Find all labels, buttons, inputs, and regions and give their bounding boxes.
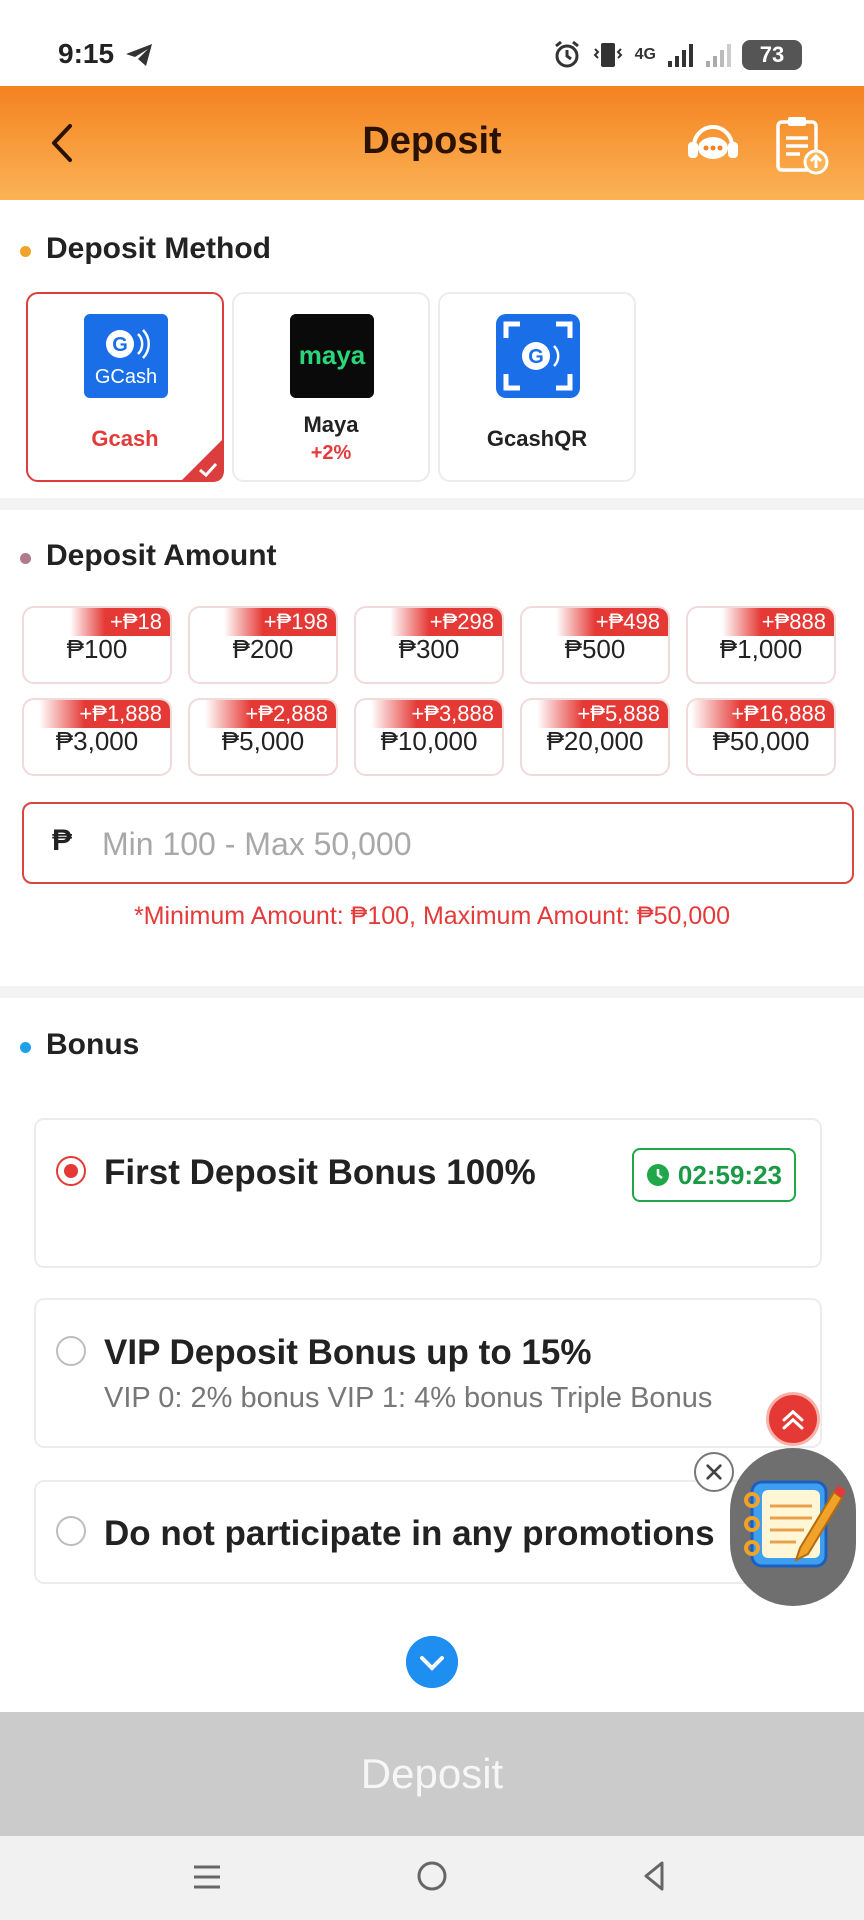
bonus-option-title: First Deposit Bonus 100% xyxy=(104,1153,536,1192)
amount-chip[interactable]: +₱5,888 ₱20,000 xyxy=(520,698,670,776)
deposit-amount-title: Deposit Amount xyxy=(46,539,277,572)
amount-input[interactable] xyxy=(102,814,832,874)
amount-chip[interactable]: +₱18 ₱100 xyxy=(22,606,172,684)
deposit-screen: { "status_bar": { "time": "9:15", "netwo… xyxy=(0,0,864,1920)
system-nav-bar xyxy=(0,1836,864,1920)
gcashqr-logo: G xyxy=(496,314,580,398)
chip-amount: ₱5,000 xyxy=(221,726,305,756)
method-name-gcashqr: GcashQR xyxy=(486,426,588,451)
bonus-title: Bonus xyxy=(46,1028,140,1061)
bonus-option-first-deposit[interactable]: First Deposit Bonus 100% 02:59:23 xyxy=(34,1118,822,1268)
chip-amount: ₱10,000 xyxy=(380,726,478,756)
maya-logo: maya xyxy=(290,314,374,398)
section-divider xyxy=(0,986,864,998)
bonus-option-vip[interactable]: VIP Deposit Bonus up to 15% VIP 0: 2% bo… xyxy=(34,1298,822,1448)
method-bonus-maya: +2% xyxy=(310,442,352,464)
notebook-icon xyxy=(744,1480,846,1568)
chip-bonus-badge: +₱498 xyxy=(555,608,668,636)
bonus-radio[interactable] xyxy=(56,1516,86,1546)
gcash-logo-text: GCash xyxy=(94,366,158,388)
method-gcash[interactable]: G GCash Gcash xyxy=(26,292,224,482)
amount-chip[interactable]: +₱3,888 ₱10,000 xyxy=(354,698,504,776)
network-type: 4G xyxy=(634,46,656,63)
chip-bonus-badge: +₱3,888 xyxy=(371,700,502,728)
deposit-record-icon[interactable] xyxy=(772,114,830,176)
floating-notes-widget[interactable] xyxy=(730,1448,856,1606)
alarm-icon xyxy=(554,40,579,68)
amount-chip[interactable]: +₱16,888 ₱50,000 xyxy=(686,698,836,776)
amount-chip[interactable]: +₱198 ₱200 xyxy=(188,606,338,684)
method-name-maya: Maya xyxy=(303,412,359,437)
bonus-option-none[interactable]: Do not participate in any promotions xyxy=(34,1480,822,1584)
section-dot xyxy=(20,553,31,564)
chip-amount: ₱3,000 xyxy=(55,726,139,756)
menu-icon[interactable] xyxy=(190,1860,224,1894)
amount-chip[interactable]: +₱1,888 ₱3,000 xyxy=(22,698,172,776)
amount-chip[interactable]: +₱2,888 ₱5,000 xyxy=(188,698,338,776)
chip-amount: ₱20,000 xyxy=(546,726,644,756)
telegram-icon xyxy=(126,44,152,66)
chip-amount: ₱100 xyxy=(66,634,128,664)
chip-bonus-badge: +₱1,888 xyxy=(39,700,170,728)
chip-amount: ₱50,000 xyxy=(712,726,810,756)
method-maya[interactable]: maya Maya +2% xyxy=(232,292,430,482)
chip-bonus-badge: +₱198 xyxy=(223,608,336,636)
bonus-option-title: VIP Deposit Bonus up to 15% xyxy=(104,1333,592,1372)
clock-icon xyxy=(646,1164,669,1186)
bonus-option-title: Do not participate in any promotions xyxy=(104,1514,715,1553)
deposit-submit-button[interactable]: Deposit xyxy=(0,1712,864,1836)
bonus-radio[interactable] xyxy=(56,1156,86,1186)
chip-bonus-badge: +₱16,888 xyxy=(691,700,834,728)
customer-service-icon[interactable] xyxy=(684,116,742,172)
battery-indicator: 73 xyxy=(742,40,802,70)
section-divider xyxy=(0,498,864,510)
amount-limit-note: *Minimum Amount: ₱100, Maximum Amount: ₱… xyxy=(133,902,731,930)
signal-weak-icon xyxy=(706,44,731,67)
scroll-to-top-icon[interactable] xyxy=(766,1392,820,1446)
home-icon[interactable] xyxy=(414,1858,450,1894)
chip-bonus-badge: +₱298 xyxy=(389,608,502,636)
chip-bonus-badge: +₱2,888 xyxy=(205,700,336,728)
chip-amount: ₱300 xyxy=(398,634,460,664)
svg-text:G: G xyxy=(112,334,128,356)
deposit-method-title: Deposit Method xyxy=(46,232,271,265)
chip-bonus-badge: +₱888 xyxy=(721,608,834,636)
method-gcashqr[interactable]: G GcashQR xyxy=(438,292,636,482)
chip-amount: ₱200 xyxy=(232,634,294,664)
vibrate-icon xyxy=(593,43,623,67)
close-icon[interactable] xyxy=(694,1452,734,1492)
qr-scan-icon: G xyxy=(503,321,573,391)
bonus-countdown: 02:59:23 xyxy=(631,1148,796,1202)
selected-check-icon xyxy=(180,438,224,482)
chip-bonus-badge: +₱5,888 xyxy=(537,700,668,728)
gcash-logo: G GCash xyxy=(84,314,168,398)
bonus-radio[interactable] xyxy=(56,1336,86,1366)
currency-prefix: ₱ xyxy=(52,824,73,857)
signal-icon xyxy=(668,44,693,67)
amount-chip[interactable]: +₱298 ₱300 xyxy=(354,606,504,684)
amount-chip[interactable]: +₱888 ₱1,000 xyxy=(686,606,836,684)
section-dot xyxy=(20,246,31,257)
chip-amount: ₱500 xyxy=(564,634,626,664)
chip-bonus-badge: +₱18 xyxy=(70,608,170,636)
countdown-text: 02:59:23 xyxy=(677,1159,782,1190)
svg-text:G: G xyxy=(528,346,544,368)
back-nav-icon[interactable] xyxy=(638,1858,670,1894)
amount-input-box[interactable]: ₱ xyxy=(22,802,854,884)
maya-logo-text: maya xyxy=(298,340,366,370)
amount-chip[interactable]: +₱498 ₱500 xyxy=(520,606,670,684)
status-time: 9:15 xyxy=(58,38,115,69)
section-dot xyxy=(20,1042,31,1053)
scroll-down-icon[interactable] xyxy=(406,1636,458,1688)
status-icons: 4G 73 xyxy=(553,38,802,72)
chip-amount: ₱1,000 xyxy=(719,634,803,664)
bonus-option-subtitle: VIP 0: 2% bonus VIP 1: 4% bonus Triple B… xyxy=(104,1382,713,1414)
